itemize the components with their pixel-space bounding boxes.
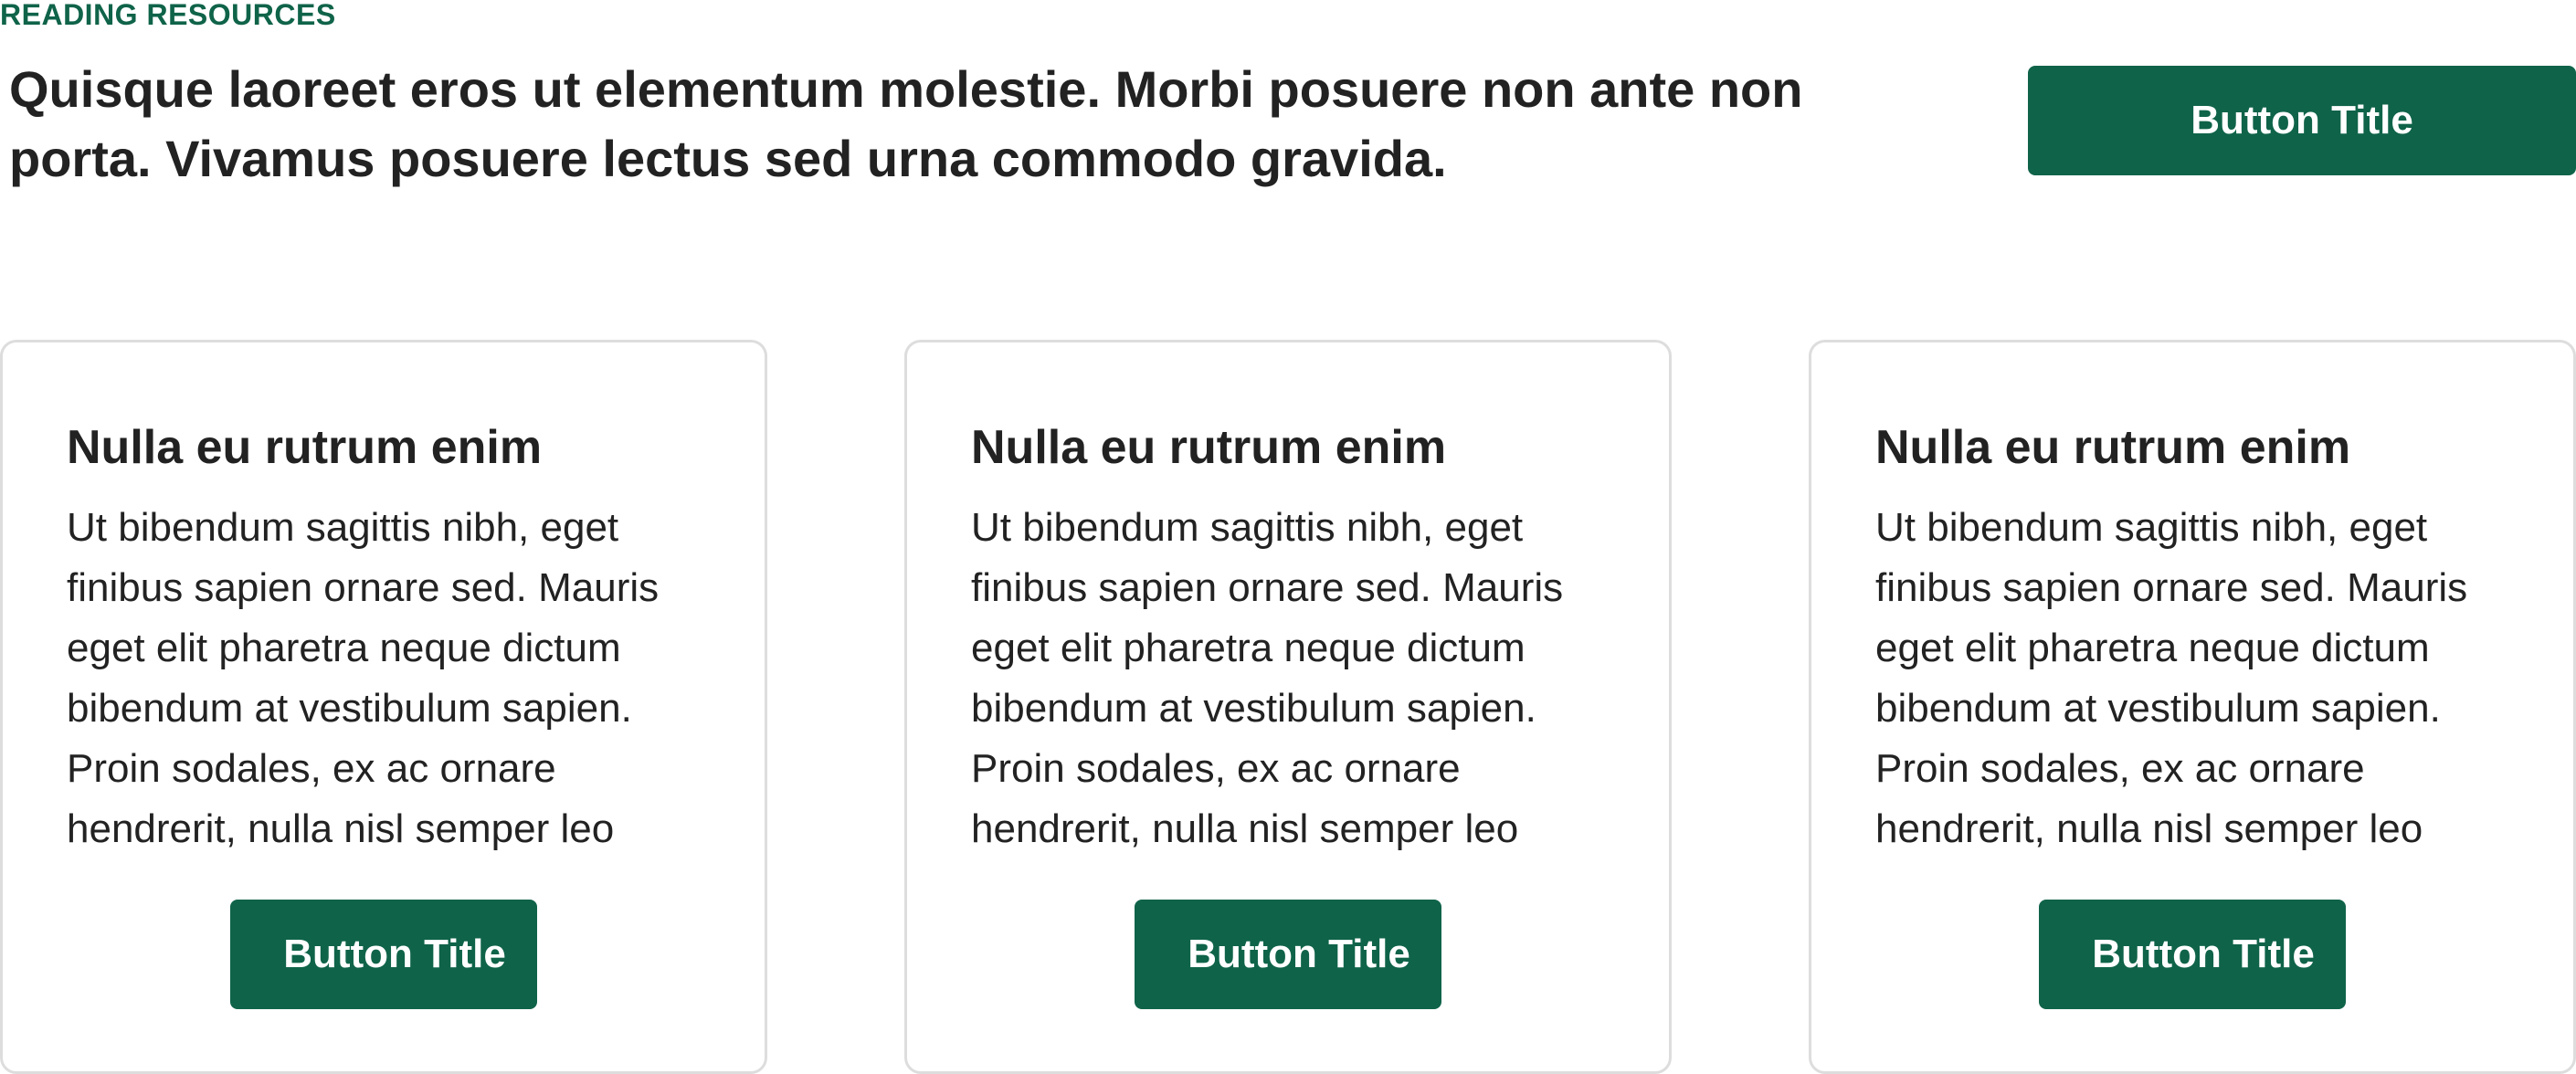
card-button[interactable]: Button Title [1135,900,1441,1009]
card-title: Nulla eu rutrum enim [67,421,543,474]
card-body: Ut bibendum sagittis nibh, eget finibus … [67,505,660,851]
card-button[interactable]: Button Title [230,900,537,1009]
resource-card: Nulla eu rutrum enim Ut bibendum sagitti… [1809,340,2576,1074]
card-body: Ut bibendum sagittis nibh, eget finibus … [1875,505,2468,851]
card-button[interactable]: Button Title [2039,900,2346,1009]
card-title: Nulla eu rutrum enim [1875,421,2351,474]
card-body: Ut bibendum sagittis nibh, eget finibus … [971,505,1564,851]
section-cta-button[interactable]: Button Title [2028,66,2576,175]
section-eyebrow: READING RESOURCES [0,0,336,31]
resource-card: Nulla eu rutrum enim Ut bibendum sagitti… [904,340,1672,1074]
resource-card: Nulla eu rutrum enim Ut bibendum sagitti… [0,340,767,1074]
card-title: Nulla eu rutrum enim [971,421,1447,474]
section-headline: Quisque laoreet eros ut elementum molest… [9,60,1803,187]
